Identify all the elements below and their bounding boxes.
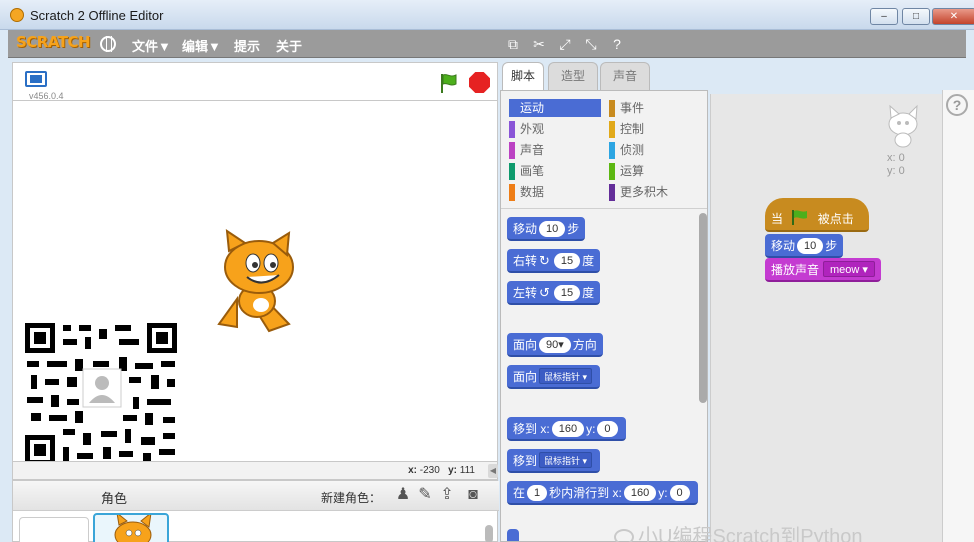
sprite-position: x: 0 y: 0: [887, 152, 905, 178]
scripts-help-button[interactable]: ?: [946, 94, 968, 116]
tab-costumes[interactable]: 造型: [548, 62, 598, 90]
mouse-coordinates: x: -230 y: 111: [12, 462, 498, 480]
fullscreen-icon[interactable]: [25, 71, 47, 87]
upload-sprite-icon[interactable]: ⇪: [437, 485, 457, 505]
block-turn-right[interactable]: 右转 ↻ 15 度: [507, 249, 601, 273]
delete-icon[interactable]: ✂: [530, 35, 548, 53]
scratch-logo[interactable]: SCRATCH: [16, 33, 91, 51]
qr-code-image: [23, 321, 179, 461]
block-turn-left[interactable]: 左转 ↺ 15 度: [507, 281, 601, 305]
collapse-stage-arrow-icon[interactable]: ◀: [488, 464, 498, 478]
choose-sprite-from-library-icon[interactable]: ♟: [393, 485, 413, 505]
block-goto-xy[interactable]: 移到 x: 160 y: 0: [507, 417, 626, 441]
mouse-y-label: y:: [448, 465, 458, 476]
when-flag-clicked-block[interactable]: 当 被点击: [765, 198, 869, 232]
category-control[interactable]: 控制: [609, 120, 701, 138]
category-sensing[interactable]: 侦测: [609, 141, 701, 159]
category-data[interactable]: 数据: [509, 183, 601, 201]
tab-scripts[interactable]: 脚本: [502, 62, 544, 91]
category-motion[interactable]: 运动: [509, 99, 601, 117]
cat-thumbnail-icon: [114, 515, 152, 542]
current-sprite-icon: [888, 104, 918, 148]
scripts-area[interactable]: x: 0 y: 0 当 被点击 移动 10 步 播放声音 meow ▾: [710, 94, 942, 542]
stage-header: v456.0.4: [12, 62, 498, 101]
scripts-right-edge: [942, 90, 974, 542]
rotate-left-icon: ↺: [539, 285, 550, 300]
maximize-button[interactable]: □: [902, 8, 930, 25]
paint-new-sprite-icon[interactable]: ✎: [415, 485, 435, 505]
menu-edit[interactable]: 编辑▼: [182, 36, 221, 55]
duplicate-icon[interactable]: ⧉: [504, 35, 522, 53]
wechat-icon: [614, 529, 634, 542]
stage-thumbnail[interactable]: [19, 517, 89, 542]
sprite-thumbnail[interactable]: [93, 513, 169, 542]
sprite-y: y: 0: [887, 165, 905, 177]
sprite-pane: 角色 新建角色： ♟ ✎ ⇪ ◙: [12, 480, 499, 542]
language-globe-icon[interactable]: [100, 36, 116, 52]
menu-about[interactable]: 关于: [276, 36, 302, 55]
minimize-button[interactable]: –: [870, 8, 898, 25]
category-looks[interactable]: 外观: [509, 120, 601, 138]
block-palette: 运动 事件 外观 控制 声音 侦测 画笔 运算 数据 更多积木 移动 10 步 右转…: [500, 90, 708, 542]
close-button[interactable]: ✕: [932, 8, 974, 25]
scratch-app-icon: [10, 8, 24, 22]
sprite-pane-header: 角色 新建角色： ♟ ✎ ⇪ ◙: [13, 481, 499, 511]
menu-bar: SCRATCH 文件▼ 编辑▼ 提示 关于 ⧉ ✂ ⤢ ⤡ ?: [8, 30, 966, 58]
block-point-towards[interactable]: 面向 鼠标指针 ▾: [507, 365, 601, 389]
green-flag-icon[interactable]: [437, 72, 459, 94]
mouse-y-value: 111: [459, 465, 475, 476]
category-selector: 运动 事件 外观 控制 声音 侦测 画笔 运算 数据 更多积木: [501, 91, 707, 209]
script-move-block[interactable]: 移动 10 步: [765, 234, 844, 258]
window-title: Scratch 2 Offline Editor: [30, 8, 164, 23]
sprite-pane-scrollbar[interactable]: [485, 525, 493, 542]
block-glide[interactable]: 在 1 秒内滑行到 x: 160 y: 0: [507, 481, 698, 505]
camera-icon[interactable]: ◙: [463, 485, 483, 505]
help-icon[interactable]: ?: [608, 35, 626, 53]
menu-file[interactable]: 文件▼: [132, 36, 171, 55]
cat-sprite[interactable]: [207, 229, 307, 339]
menu-tips[interactable]: 提示: [234, 36, 260, 55]
palette-scrollbar[interactable]: [699, 213, 707, 403]
block-goto[interactable]: 移到 鼠标指针 ▾: [507, 449, 601, 473]
mouse-x-label: x:: [408, 465, 417, 476]
category-events[interactable]: 事件: [609, 99, 701, 117]
sprites-title: 角色: [101, 491, 128, 506]
sprite-x: x: 0: [887, 152, 905, 164]
window-title-bar: Scratch 2 Offline Editor – □ ✕: [0, 0, 974, 30]
category-sound[interactable]: 声音: [509, 141, 601, 159]
mouse-x-value: -230: [419, 465, 440, 476]
tab-sounds[interactable]: 声音: [600, 62, 650, 90]
stage-canvas[interactable]: [12, 100, 498, 462]
new-sprite-label: 新建角色：: [321, 491, 382, 505]
block-point-in-direction[interactable]: 面向 90▾ 方向: [507, 333, 603, 357]
shrink-icon[interactable]: ⤡: [582, 35, 600, 53]
watermark: 小U编程Scratch到Python: [614, 520, 863, 542]
script-play-sound-block[interactable]: 播放声音 meow ▾: [765, 258, 881, 282]
green-flag-icon: [792, 210, 808, 225]
stop-icon[interactable]: [469, 72, 490, 93]
rotate-right-icon: ↻: [539, 253, 550, 268]
block-partial[interactable]: [507, 529, 519, 541]
category-pen[interactable]: 画笔: [509, 162, 601, 180]
category-more-blocks[interactable]: 更多积木: [609, 183, 701, 201]
category-operators[interactable]: 运算: [609, 162, 701, 180]
block-move-steps[interactable]: 移动 10 步: [507, 217, 586, 241]
grow-icon[interactable]: ⤢: [556, 35, 574, 53]
